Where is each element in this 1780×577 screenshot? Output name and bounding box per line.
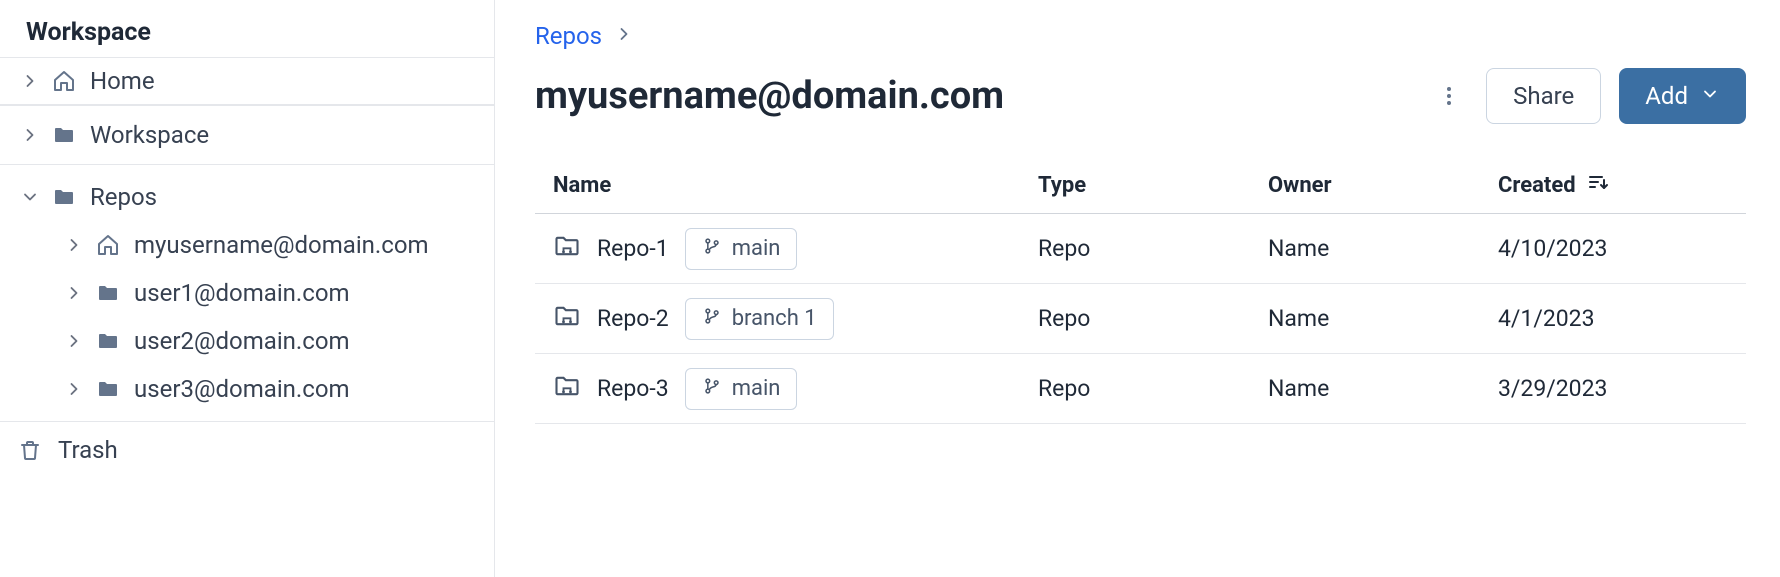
sidebar-item-label: Repos bbox=[90, 183, 494, 211]
chevron-right-icon[interactable] bbox=[62, 331, 86, 351]
chevron-down-icon[interactable] bbox=[18, 187, 42, 207]
repo-name[interactable]: Repo-1 bbox=[597, 235, 669, 262]
trash-icon bbox=[14, 438, 46, 462]
branch-icon bbox=[702, 236, 722, 262]
sidebar-item-home[interactable]: Home bbox=[0, 57, 494, 105]
sidebar-item-repos[interactable]: Repos bbox=[0, 173, 494, 221]
breadcrumb: Repos bbox=[535, 22, 1746, 50]
repo-icon bbox=[553, 232, 581, 266]
repos-table: Name Type Owner Created Repo-1 main bbox=[535, 158, 1746, 424]
breadcrumb-item[interactable]: Repos bbox=[535, 22, 602, 50]
cell-name: Repo-2 branch 1 bbox=[553, 298, 1038, 340]
branch-selector[interactable]: branch 1 bbox=[685, 298, 834, 340]
chevron-right-icon[interactable] bbox=[62, 283, 86, 303]
repo-name[interactable]: Repo-3 bbox=[597, 375, 669, 402]
cell-name: Repo-1 main bbox=[553, 228, 1038, 270]
more-actions-button[interactable] bbox=[1428, 75, 1470, 117]
chevron-right-icon[interactable] bbox=[18, 125, 42, 145]
sidebar-item-label: Trash bbox=[58, 436, 494, 464]
sidebar-item-workspace[interactable]: Workspace bbox=[0, 105, 494, 165]
cell-owner: Name bbox=[1268, 305, 1498, 332]
folder-icon bbox=[92, 377, 124, 401]
column-header-label: Created bbox=[1498, 173, 1576, 198]
folder-icon bbox=[48, 185, 80, 209]
share-button[interactable]: Share bbox=[1486, 68, 1601, 124]
table-row[interactable]: Repo-1 main Repo Name 4/10/2023 bbox=[535, 214, 1746, 284]
column-header-owner[interactable]: Owner bbox=[1268, 173, 1498, 198]
home-icon bbox=[92, 233, 124, 257]
sidebar-item-label: Workspace bbox=[90, 121, 494, 149]
folder-icon bbox=[92, 281, 124, 305]
sidebar-item-label: user2@domain.com bbox=[134, 327, 494, 355]
chevron-right-icon bbox=[614, 22, 634, 50]
sidebar-item-trash[interactable]: Trash bbox=[0, 421, 494, 477]
table-header: Name Type Owner Created bbox=[535, 158, 1746, 214]
sidebar-item-user[interactable]: myusername@domain.com bbox=[0, 221, 494, 269]
folder-icon bbox=[92, 329, 124, 353]
sidebar-item-label: user3@domain.com bbox=[134, 375, 494, 403]
branch-label: branch 1 bbox=[732, 306, 817, 331]
repo-icon bbox=[553, 302, 581, 336]
cell-type: Repo bbox=[1038, 305, 1268, 332]
folder-icon bbox=[48, 123, 80, 147]
repo-icon bbox=[553, 372, 581, 406]
chevron-right-icon[interactable] bbox=[18, 71, 42, 91]
branch-selector[interactable]: main bbox=[685, 228, 798, 270]
chevron-down-icon bbox=[1700, 82, 1720, 110]
table-row[interactable]: Repo-2 branch 1 Repo Name 4/1/2023 bbox=[535, 284, 1746, 354]
sidebar-item-user[interactable]: user1@domain.com bbox=[0, 269, 494, 317]
app-root: Workspace Home Workspace Repos myusernam… bbox=[0, 0, 1780, 577]
main-content: Repos myusername@domain.com Share Add Na… bbox=[495, 0, 1780, 577]
cell-created: 4/1/2023 bbox=[1498, 305, 1738, 332]
sort-desc-icon bbox=[1586, 171, 1610, 201]
table-row[interactable]: Repo-3 main Repo Name 3/29/2023 bbox=[535, 354, 1746, 424]
home-icon bbox=[48, 69, 80, 93]
column-header-created[interactable]: Created bbox=[1498, 171, 1738, 201]
cell-name: Repo-3 main bbox=[553, 368, 1038, 410]
chevron-right-icon[interactable] bbox=[62, 379, 86, 399]
sidebar-item-label: myusername@domain.com bbox=[134, 231, 494, 259]
sidebar-item-user[interactable]: user2@domain.com bbox=[0, 317, 494, 365]
sidebar-title: Workspace bbox=[0, 18, 494, 57]
cell-type: Repo bbox=[1038, 235, 1268, 262]
branch-icon bbox=[702, 306, 722, 332]
page-title: myusername@domain.com bbox=[535, 74, 1428, 118]
add-button[interactable]: Add bbox=[1619, 68, 1746, 124]
page-header: myusername@domain.com Share Add bbox=[535, 68, 1746, 124]
chevron-right-icon[interactable] bbox=[62, 235, 86, 255]
sidebar-item-label: user1@domain.com bbox=[134, 279, 494, 307]
branch-label: main bbox=[732, 236, 781, 261]
add-button-label: Add bbox=[1645, 82, 1688, 110]
column-header-name[interactable]: Name bbox=[553, 173, 1038, 198]
sidebar: Workspace Home Workspace Repos myusernam… bbox=[0, 0, 495, 577]
branch-label: main bbox=[732, 376, 781, 401]
cell-created: 3/29/2023 bbox=[1498, 375, 1738, 402]
branch-selector[interactable]: main bbox=[685, 368, 798, 410]
cell-owner: Name bbox=[1268, 235, 1498, 262]
column-header-type[interactable]: Type bbox=[1038, 173, 1268, 198]
cell-owner: Name bbox=[1268, 375, 1498, 402]
repo-name[interactable]: Repo-2 bbox=[597, 305, 669, 332]
sidebar-item-user[interactable]: user3@domain.com bbox=[0, 365, 494, 413]
sidebar-item-label: Home bbox=[90, 67, 494, 95]
cell-created: 4/10/2023 bbox=[1498, 235, 1738, 262]
cell-type: Repo bbox=[1038, 375, 1268, 402]
branch-icon bbox=[702, 376, 722, 402]
